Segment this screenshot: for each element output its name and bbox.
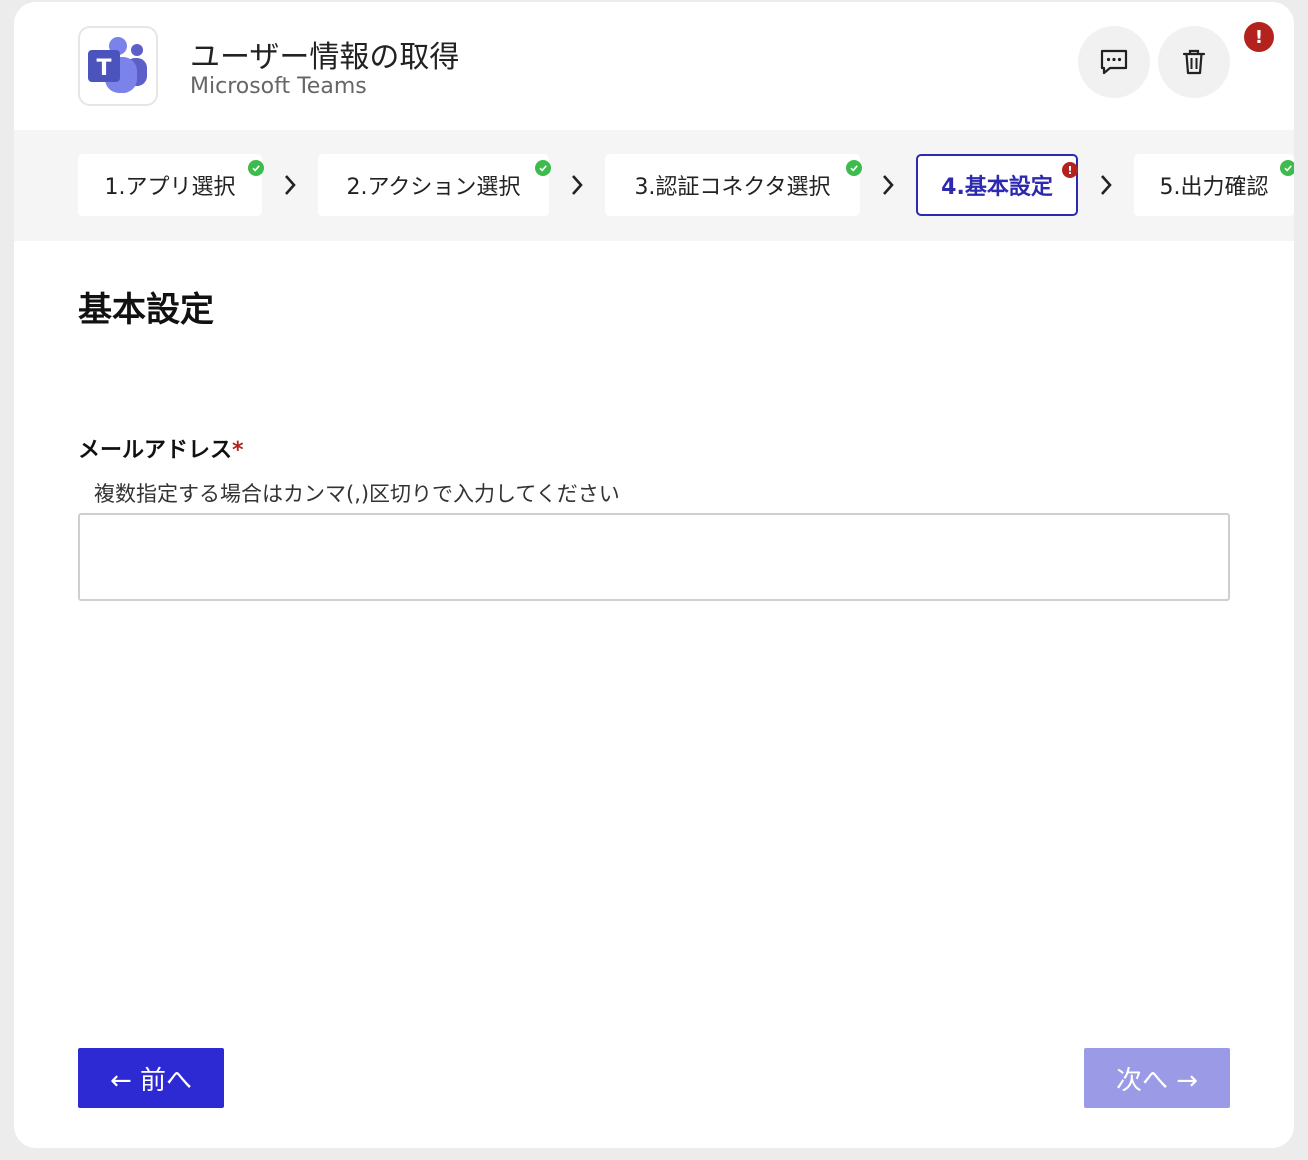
chevron-right-icon <box>1101 175 1112 195</box>
step-basic-settings[interactable]: 4.基本設定 ! <box>916 154 1078 216</box>
email-field-hint: 複数指定する場合はカンマ(,)区切りで入力してください <box>94 482 620 506</box>
comment-button[interactable] <box>1078 26 1150 98</box>
step-label: 4.基本設定 <box>941 175 1053 200</box>
app-name: Microsoft Teams <box>190 74 367 99</box>
trash-icon <box>1182 49 1206 75</box>
check-icon <box>535 160 551 176</box>
email-label-text: メールアドレス <box>78 438 233 463</box>
check-icon <box>248 160 264 176</box>
delete-button[interactable] <box>1158 26 1230 98</box>
step-action-select[interactable]: 2.アクション選択 <box>318 154 551 216</box>
prev-button[interactable]: ← 前へ <box>78 1048 224 1108</box>
chevron-right-icon <box>285 175 296 195</box>
workflow-panel: T ユーザー情報の取得 Microsoft Teams ! 1.アプリ選択 2.… <box>14 2 1294 1148</box>
page-title: ユーザー情報の取得 <box>190 40 460 75</box>
svg-text:T: T <box>96 56 111 81</box>
step-app-select[interactable]: 1.アプリ選択 <box>78 154 264 216</box>
chevron-right-icon <box>572 175 583 195</box>
step-auth-connector-select[interactable]: 3.認証コネクタ選択 <box>605 154 862 216</box>
email-field-label: メールアドレス* <box>78 432 244 464</box>
next-button[interactable]: 次へ → <box>1084 1048 1230 1108</box>
alert-badge: ! <box>1244 22 1274 52</box>
chevron-right-icon <box>883 175 894 195</box>
step-label: 2.アクション選択 <box>346 175 521 200</box>
step-label: 5.出力確認 <box>1159 175 1269 200</box>
step-output-confirm[interactable]: 5.出力確認 <box>1134 154 1294 216</box>
error-icon: ! <box>1062 162 1078 178</box>
required-mark: * <box>232 438 244 463</box>
check-icon <box>846 160 862 176</box>
comment-icon <box>1100 49 1128 75</box>
email-input[interactable] <box>78 513 1230 601</box>
step-label: 3.認証コネクタ選択 <box>634 175 831 200</box>
step-navigation: 1.アプリ選択 2.アクション選択 3.認証コネクタ選択 4.基本設定 ! 5.… <box>14 130 1294 241</box>
section-title: 基本設定 <box>78 290 214 330</box>
microsoft-teams-icon: T <box>78 26 158 106</box>
header: T ユーザー情報の取得 Microsoft Teams ! <box>14 2 1294 130</box>
check-icon <box>1280 160 1294 176</box>
step-label: 1.アプリ選択 <box>104 175 236 200</box>
